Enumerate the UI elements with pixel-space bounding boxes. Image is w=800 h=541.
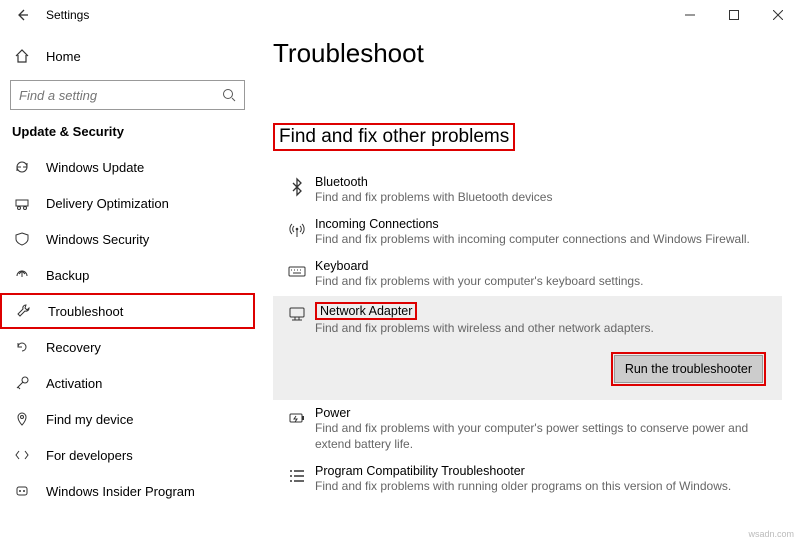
troubleshoot-item-desc: Find and fix problems with wireless and … <box>315 320 782 336</box>
sidebar-item-label: Backup <box>46 268 89 283</box>
shield-icon <box>12 231 32 247</box>
search-icon <box>222 88 236 102</box>
troubleshoot-item-desc: Find and fix problems with running older… <box>315 478 782 494</box>
troubleshoot-item-name: Bluetooth <box>315 175 782 189</box>
sidebar-item-recovery[interactable]: Recovery <box>0 329 255 365</box>
sidebar-item-label: Delivery Optimization <box>46 196 169 211</box>
home-link[interactable]: Home <box>0 40 255 72</box>
run-button-highlight: Run the troubleshooter <box>611 352 766 386</box>
troubleshoot-item-name: Network Adapter <box>315 302 417 320</box>
sidebar-item-windows-security[interactable]: Windows Security <box>0 221 255 257</box>
sidebar-item-delivery-optimization[interactable]: Delivery Optimization <box>0 185 255 221</box>
delivery-icon <box>12 195 32 211</box>
back-button[interactable] <box>8 1 36 29</box>
run-troubleshooter-button[interactable]: Run the troubleshooter <box>614 355 763 383</box>
insider-icon <box>12 483 32 499</box>
search-input[interactable] <box>19 88 222 103</box>
troubleshoot-item-desc: Find and fix problems with incoming comp… <box>315 231 782 247</box>
home-icon <box>12 48 32 64</box>
sidebar: Home Update & Security Windows Update De… <box>0 30 255 541</box>
recovery-icon <box>12 339 32 355</box>
sidebar-item-label: Find my device <box>46 412 133 427</box>
sidebar-item-troubleshoot[interactable]: Troubleshoot <box>0 293 255 329</box>
power-icon <box>279 406 315 452</box>
troubleshoot-item-program-compatibility[interactable]: Program Compatibility Troubleshooter Fin… <box>273 458 782 500</box>
troubleshoot-item-power[interactable]: Power Find and fix problems with your co… <box>273 400 782 458</box>
close-icon <box>773 10 783 20</box>
minimize-icon <box>685 10 695 20</box>
sidebar-item-label: Recovery <box>46 340 101 355</box>
page-title: Troubleshoot <box>273 38 782 69</box>
sidebar-item-label: For developers <box>46 448 133 463</box>
antenna-icon <box>279 217 315 247</box>
sidebar-item-windows-insider[interactable]: Windows Insider Program <box>0 473 255 509</box>
search-box[interactable] <box>10 80 245 110</box>
keyboard-icon <box>279 259 315 289</box>
sidebar-item-label: Windows Insider Program <box>46 484 195 499</box>
main-content: Troubleshoot Find and fix other problems… <box>255 30 800 541</box>
sidebar-item-label: Activation <box>46 376 102 391</box>
window-title: Settings <box>46 8 89 22</box>
watermark: wsadn.com <box>748 529 794 539</box>
maximize-icon <box>729 10 739 20</box>
sidebar-item-activation[interactable]: Activation <box>0 365 255 401</box>
troubleshoot-item-desc: Find and fix problems with your computer… <box>315 420 782 452</box>
sidebar-item-label: Troubleshoot <box>48 304 123 319</box>
sidebar-item-backup[interactable]: Backup <box>0 257 255 293</box>
troubleshoot-item-name: Keyboard <box>315 259 782 273</box>
home-label: Home <box>46 49 81 64</box>
troubleshoot-item-network-adapter[interactable]: Network Adapter Find and fix problems wi… <box>273 296 782 400</box>
key-icon <box>12 375 32 391</box>
troubleshoot-item-bluetooth[interactable]: Bluetooth Find and fix problems with Blu… <box>273 169 782 211</box>
troubleshoot-item-keyboard[interactable]: Keyboard Find and fix problems with your… <box>273 253 782 295</box>
sidebar-item-find-my-device[interactable]: Find my device <box>0 401 255 437</box>
troubleshoot-item-desc: Find and fix problems with Bluetooth dev… <box>315 189 782 205</box>
troubleshoot-item-name: Power <box>315 406 782 420</box>
troubleshoot-item-incoming-connections[interactable]: Incoming Connections Find and fix proble… <box>273 211 782 253</box>
list-icon <box>279 464 315 494</box>
backup-icon <box>12 267 32 283</box>
sidebar-item-label: Windows Update <box>46 160 144 175</box>
category-header: Update & Security <box>0 124 255 149</box>
network-adapter-icon <box>279 302 315 386</box>
troubleshoot-item-desc: Find and fix problems with your computer… <box>315 273 782 289</box>
location-icon <box>12 411 32 427</box>
minimize-button[interactable] <box>668 0 712 30</box>
developer-icon <box>12 447 32 463</box>
sidebar-item-for-developers[interactable]: For developers <box>0 437 255 473</box>
titlebar: Settings <box>0 0 800 30</box>
sidebar-item-windows-update[interactable]: Windows Update <box>0 149 255 185</box>
section-header: Find and fix other problems <box>273 123 515 151</box>
wrench-icon <box>14 303 34 319</box>
window-controls <box>668 0 800 30</box>
arrow-left-icon <box>15 8 29 22</box>
troubleshoot-item-name: Incoming Connections <box>315 217 782 231</box>
sync-icon <box>12 159 32 175</box>
faded-description <box>273 75 782 87</box>
close-button[interactable] <box>756 0 800 30</box>
sidebar-item-label: Windows Security <box>46 232 149 247</box>
maximize-button[interactable] <box>712 0 756 30</box>
troubleshoot-item-name: Program Compatibility Troubleshooter <box>315 464 782 478</box>
bluetooth-icon <box>279 175 315 205</box>
